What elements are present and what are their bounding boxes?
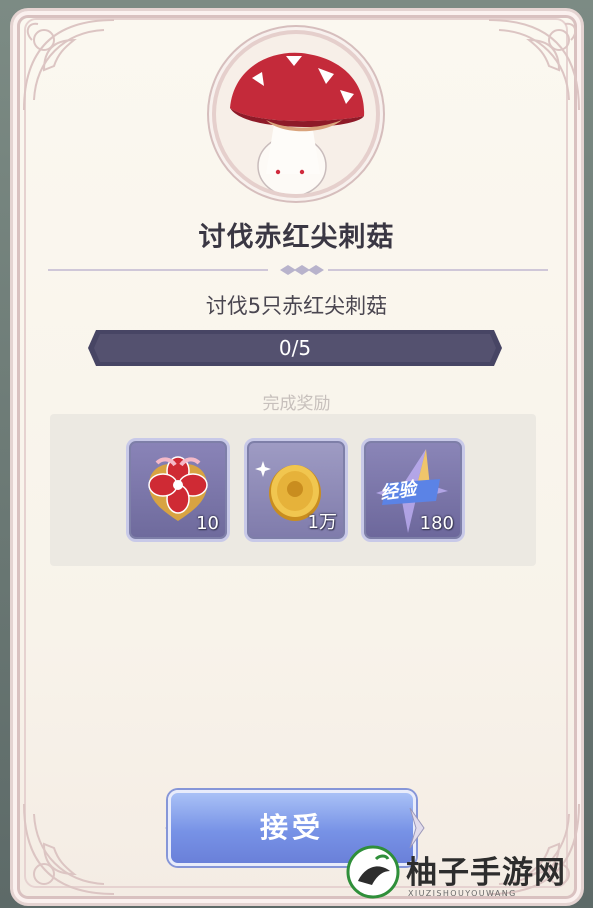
- quest-title: 讨伐赤红尖刺菇: [198, 222, 395, 253]
- quest-task: 讨伐5只赤红尖刺菇: [205, 294, 388, 318]
- game-stage: 讨伐赤红尖刺菇 讨伐5只赤红尖刺菇 0/5 完成奖励 10 1万 经验 180 …: [0, 0, 593, 908]
- monster-portrait: [216, 34, 376, 194]
- watermark-text: 柚子手游网: [406, 855, 566, 891]
- watermark: 柚子手游网 XIUZISHOUYOUWANG: [346, 843, 586, 903]
- progress-text: 0/5: [278, 336, 312, 360]
- reward-item-exp[interactable]: 经验 180: [361, 438, 465, 542]
- reward-count: 10: [196, 513, 219, 534]
- title-divider: [48, 265, 548, 275]
- corner-ornament-icon: [488, 19, 580, 111]
- exp-label: 经验: [378, 478, 418, 505]
- reward-count: 180: [419, 513, 454, 534]
- corner-ornament-icon: [23, 803, 115, 895]
- rewards-title: 完成奖励: [262, 394, 331, 414]
- watermark-subtext: XIUZISHOUYOUWANG: [408, 889, 517, 898]
- quest-progress-bar: 0/5: [88, 330, 502, 366]
- corner-ornament-icon: [23, 19, 115, 111]
- watermark-logo-icon: [346, 845, 400, 899]
- reward-count: 1万: [307, 512, 337, 533]
- red-mushroom-icon: [230, 52, 365, 194]
- reward-item-emblem[interactable]: 10: [126, 438, 230, 542]
- reward-item-coin[interactable]: 1万: [244, 438, 348, 542]
